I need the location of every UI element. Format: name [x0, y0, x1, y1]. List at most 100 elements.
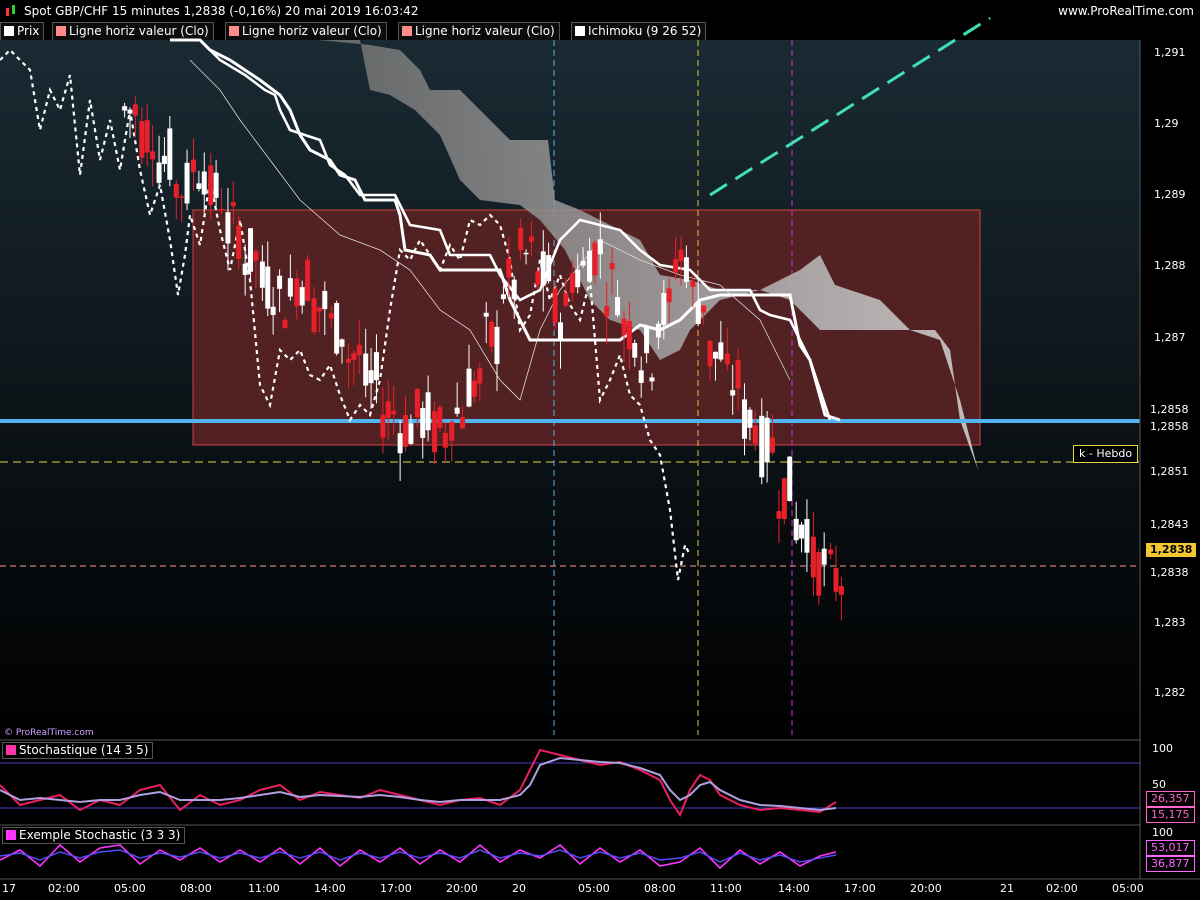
- candle-down: [144, 120, 150, 153]
- candle-down: [437, 407, 443, 428]
- legend-swatch: [56, 26, 66, 36]
- candle-up: [127, 109, 133, 114]
- candle-down: [770, 437, 776, 453]
- candle-down: [626, 320, 632, 350]
- time-tick: 14:00: [314, 882, 346, 895]
- candle-up: [793, 518, 799, 541]
- candle-down: [442, 432, 448, 448]
- candle-down: [604, 305, 610, 317]
- candle-up: [161, 155, 167, 165]
- candle-down: [150, 151, 156, 160]
- k-hebdo-tag[interactable]: k - Hebdo: [1073, 445, 1139, 463]
- candle-down: [294, 278, 300, 307]
- candle-down: [230, 202, 236, 207]
- legend-item-price[interactable]: Prix: [0, 22, 45, 41]
- candle-down: [816, 552, 822, 596]
- candle-down: [810, 536, 816, 578]
- stoch1-label-text: Stochastique (14 3 5): [19, 743, 149, 757]
- candle-down: [356, 344, 362, 356]
- candle-down: [351, 353, 357, 360]
- candle-up: [821, 548, 827, 565]
- candle-up: [511, 279, 517, 300]
- stoch1-tick: 100: [1152, 742, 1173, 755]
- stoch2-tick: 100: [1152, 826, 1173, 839]
- price-chart[interactable]: [0, 0, 1200, 900]
- time-tick: 20:00: [910, 882, 942, 895]
- candle-down: [179, 196, 185, 198]
- legend-item-ichimoku[interactable]: Ichimoku (9 26 52): [571, 22, 707, 41]
- price-tick: 1,289: [1154, 188, 1186, 201]
- candle-up: [718, 342, 724, 360]
- legend-swatch: [6, 745, 16, 755]
- candle-up: [540, 251, 546, 286]
- candle-down: [690, 281, 696, 287]
- time-tick: 05:00: [114, 882, 146, 895]
- candle-down: [282, 319, 288, 329]
- candle-down: [609, 263, 615, 270]
- candle-down: [236, 225, 242, 259]
- candle-down: [621, 318, 627, 336]
- candle-up: [425, 392, 431, 431]
- candle-down: [449, 421, 455, 441]
- candle-down: [833, 568, 839, 592]
- site-link[interactable]: www.ProRealTime.com: [1058, 0, 1194, 22]
- candle-up: [799, 524, 805, 539]
- legend-item-horiz-line-1[interactable]: Ligne horiz valeur (Clo): [52, 22, 214, 41]
- candle-up: [466, 368, 472, 407]
- legend-label: Ligne horiz valeur (Clo): [242, 24, 382, 38]
- candle-up: [787, 456, 793, 501]
- price-tick: 1,283: [1154, 616, 1186, 629]
- price-tag-last: 1,2838: [1146, 566, 1193, 580]
- stoch2-label[interactable]: Exemple Stochastic (3 3 3): [2, 827, 186, 844]
- candle-up: [242, 263, 248, 275]
- price-tick: 1,29: [1154, 117, 1179, 130]
- candle-up: [196, 183, 202, 189]
- time-tick: 05:00: [1112, 882, 1144, 895]
- candle-up: [373, 352, 379, 381]
- candle-down: [752, 425, 758, 444]
- candle-down: [305, 259, 311, 301]
- tenkan-line: [199, 39, 832, 421]
- legend-item-horiz-line-2[interactable]: Ligne horiz valeur (Clo): [225, 22, 387, 41]
- candle-up: [742, 399, 748, 439]
- candle-up: [265, 266, 271, 309]
- candle-up: [546, 255, 552, 282]
- candle-up: [597, 239, 603, 255]
- time-tick: 11:00: [710, 882, 742, 895]
- candle-down: [471, 380, 477, 397]
- chart-type-icon[interactable]: [4, 4, 18, 18]
- time-tick: 08:00: [644, 882, 676, 895]
- candle-down: [345, 358, 351, 363]
- candle-up: [339, 339, 345, 347]
- candle-down: [724, 353, 730, 365]
- time-tick: 02:00: [48, 882, 80, 895]
- ichimoku-cloud: [318, 40, 978, 470]
- stoch1-k-line: [0, 748, 837, 818]
- candle-up: [322, 290, 328, 310]
- candle-down: [190, 159, 196, 173]
- time-tick: 08:00: [180, 882, 212, 895]
- legend-swatch: [4, 26, 14, 36]
- candle-down: [132, 104, 138, 116]
- candle-up: [747, 409, 753, 428]
- candle-up: [632, 343, 638, 358]
- chart-title: Spot GBP/CHF 15 minutes 1,2838 (-0,16%) …: [24, 4, 419, 18]
- candle-down: [253, 251, 259, 261]
- candle-up: [523, 252, 529, 255]
- candle-down: [489, 321, 495, 347]
- candle-up: [270, 306, 276, 315]
- legend-swatch: [402, 26, 412, 36]
- thin-line: [189, 59, 791, 401]
- candle-up: [494, 326, 500, 365]
- candle-down: [569, 273, 575, 293]
- legend-item-horiz-line-3[interactable]: Ligne horiz valeur (Clo): [398, 22, 560, 41]
- candle-up: [287, 278, 293, 297]
- legend-label: Ligne horiz valeur (Clo): [415, 24, 555, 38]
- candle-down: [414, 389, 420, 418]
- stoch1-label[interactable]: Stochastique (14 3 5): [2, 742, 154, 759]
- stoch2-value-k: 53,017: [1146, 840, 1195, 856]
- kijun-line: [170, 38, 841, 422]
- legend-swatch: [229, 26, 239, 36]
- candle-down: [592, 242, 598, 276]
- candle-up: [225, 212, 231, 244]
